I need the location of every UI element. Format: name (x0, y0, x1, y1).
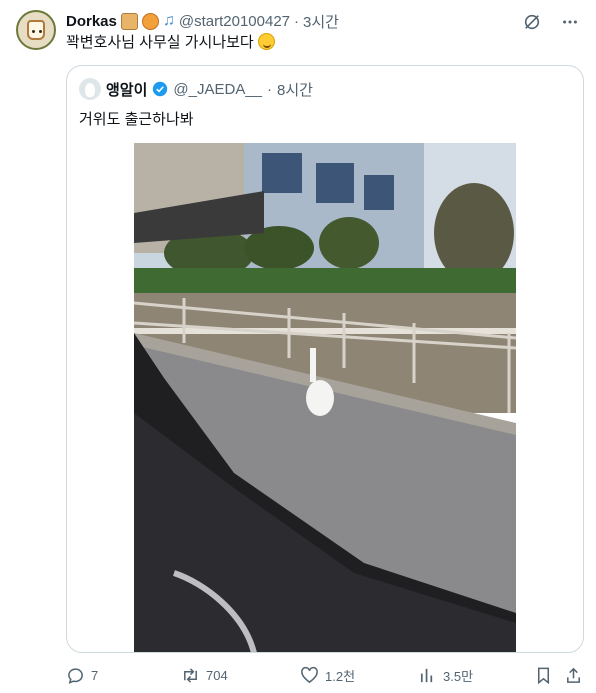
retweet-button[interactable]: 704 (181, 664, 228, 686)
tweet-text-line: 꽉변호사님 사무실 가시나보다 (66, 33, 275, 53)
quoted-time[interactable]: 8시간 (277, 79, 313, 100)
reply-count: 7 (91, 667, 99, 683)
like-button[interactable]: 1.2천 (300, 664, 355, 686)
bread-emoji-icon (120, 12, 138, 30)
grok-icon[interactable] (522, 12, 542, 32)
tweet-actions-bar: 7 704 1.2천 3.5만 (66, 664, 584, 688)
separator-dot: · (294, 12, 299, 30)
share-icon (567, 667, 580, 683)
quoted-author-handle[interactable]: @_JAEDA__ (173, 81, 262, 98)
quoted-header: 앵알이 @_JAEDA__ · 8시간 (79, 78, 313, 100)
author-avatar[interactable] (16, 10, 56, 50)
retweet-count: 704 (206, 667, 228, 683)
avatar-bread-face (27, 20, 45, 40)
share-button[interactable] (564, 664, 583, 686)
views-button[interactable]: 3.5만 (418, 664, 473, 686)
reply-button[interactable]: 7 (66, 664, 98, 686)
quoted-tweet[interactable]: 앵알이 @_JAEDA__ · 8시간 거위도 출근하나봐 (66, 65, 584, 653)
quoted-text: 거위도 출근하나봐 (79, 111, 194, 128)
views-icon (420, 668, 433, 682)
tweet[interactable]: Dorkas ♫ @start20100427 · 3시간 꽉변호사님 사무실 … (0, 0, 596, 693)
reply-icon (68, 667, 83, 684)
quoted-avatar[interactable] (79, 78, 101, 100)
like-count: 1.2천 (325, 668, 356, 684)
more-options-icon[interactable] (560, 12, 580, 32)
tweet-text: 꽉변호사님 사무실 가시나보다 (66, 34, 254, 51)
tweet-top-icons (522, 12, 580, 32)
music-note-icon: ♫ (162, 12, 175, 29)
author-handle[interactable]: @start20100427 (179, 13, 290, 30)
bookmark-button[interactable] (534, 664, 553, 686)
heart-icon (301, 666, 318, 683)
bookmark-icon (537, 667, 550, 684)
views-count: 3.5만 (443, 668, 474, 684)
tweet-time[interactable]: 3시간 (303, 11, 339, 32)
quoted-author-name[interactable]: 앵알이 (106, 79, 147, 100)
quoted-separator-dot: · (267, 80, 273, 98)
tiger-emoji-icon (141, 12, 159, 30)
smile-emoji-icon (257, 33, 275, 50)
verified-badge-icon (153, 81, 168, 97)
goose-photo[interactable] (134, 143, 516, 653)
retweet-icon (184, 667, 197, 683)
tweet-header: Dorkas ♫ @start20100427 · 3시간 (66, 10, 339, 32)
author-name[interactable]: Dorkas (66, 13, 117, 30)
